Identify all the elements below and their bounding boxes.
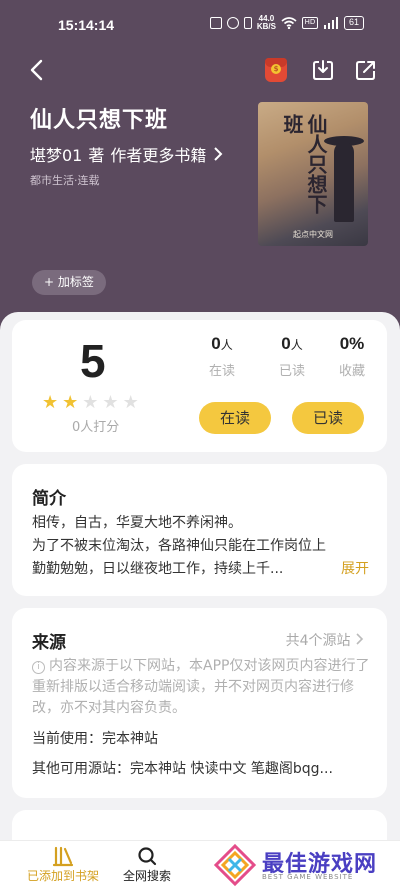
genre-label: 都市生活·连载: [30, 174, 100, 187]
cover-figure-shape: [334, 142, 354, 222]
network-speed: 44.0 KB/S: [256, 14, 276, 31]
status-time: 15:14:14: [58, 17, 115, 33]
vibrate-icon: [243, 17, 252, 29]
red-packet-button[interactable]: $: [260, 54, 292, 86]
star-icon: ★: [42, 392, 59, 413]
star-icon: ★: [102, 392, 119, 413]
info-icon: i: [32, 661, 45, 674]
star-icon: ★: [62, 392, 79, 413]
rating-score: 5: [80, 335, 106, 387]
back-arrow-icon: [30, 59, 43, 81]
mark-read-button[interactable]: 已读: [292, 402, 364, 434]
add-tag-button[interactable]: + 加标签: [32, 270, 106, 295]
stat-reading: 0人 在读: [208, 334, 235, 379]
cover-title: 仙人只想下班: [280, 114, 328, 214]
current-source[interactable]: 当前使用：完本神站: [32, 728, 158, 748]
hd-icon: HD: [301, 17, 318, 29]
author-name[interactable]: 堪梦01: [30, 142, 82, 166]
added-to-shelf-button[interactable]: 已添加到书架: [22, 845, 104, 884]
expand-button[interactable]: 展开: [341, 558, 369, 578]
book-title: 仙人只想下班: [30, 108, 169, 133]
chevron-right-icon: [214, 147, 223, 161]
red-packet-icon: $: [265, 58, 287, 82]
source-count-link[interactable]: 共4个源站: [286, 630, 365, 650]
download-icon: [313, 60, 333, 80]
signal-icon: [323, 17, 338, 29]
intro-title: 简介: [32, 489, 66, 509]
source-note: i 内容来源于以下网站，本APP仅对该网页内容进行了重新排版以适合移动端阅读，并不…: [32, 658, 370, 716]
status-bar: 15:14:14 44.0 KB/S HD 61: [0, 0, 400, 40]
intro-text: 相传，自古，华夏大地不养闲神。 为了不被末位淘汰，各路神仙只能在工作岗位上 勤勤…: [32, 515, 326, 577]
author-role: 著: [88, 146, 105, 165]
share-button[interactable]: [350, 54, 382, 86]
cover-brand: 起点中文网: [293, 230, 333, 239]
wifi-icon: [281, 17, 297, 29]
mark-reading-button[interactable]: 在读: [199, 402, 271, 434]
source-card: 来源 共4个源站 i 内容来源于以下网站，本APP仅对该网页内容进行了重新排版以适…: [12, 608, 387, 798]
watermark: 最佳游戏网 BEST GAME WEBSITE: [210, 840, 400, 889]
author-more-link[interactable]: 作者更多书籍: [110, 142, 206, 166]
other-sources[interactable]: 其他可用源站：完本神站 快读中文 笔趣阁bqg...: [32, 758, 333, 778]
back-button[interactable]: [24, 56, 52, 84]
author-row[interactable]: 堪梦01 著 作者更多书籍: [30, 142, 224, 166]
rating-count: 0人打分: [72, 420, 120, 435]
share-icon: [356, 61, 375, 80]
watermark-subtext: BEST GAME WEBSITE: [262, 873, 354, 881]
star-icon: ★: [122, 392, 139, 413]
search-icon: [138, 847, 157, 866]
search-all-button[interactable]: 全网搜索: [116, 845, 178, 884]
intro-card: 简介 相传，自古，华夏大地不养闲神。 为了不被末位淘汰，各路神仙只能在工作岗位上…: [12, 464, 387, 596]
watermark-logo-icon: [213, 843, 257, 887]
status-icons: 44.0 KB/S HD 61: [209, 14, 364, 31]
source-title: 来源: [32, 633, 66, 653]
stats-card: 5 ★ ★ ★ ★ ★ 0人打分 0人 在读 0人 已读 0% 收藏 在读 已读: [12, 320, 387, 452]
nfc-icon: [209, 17, 222, 29]
download-button[interactable]: [307, 54, 339, 86]
chevron-right-icon: [356, 633, 364, 645]
stat-collected: 0% 收藏: [338, 334, 365, 379]
next-card: [12, 810, 387, 840]
book-cover[interactable]: 仙人只想下班 起点中文网: [258, 102, 368, 246]
star-icon: ★: [82, 392, 99, 413]
top-bar: $: [0, 52, 400, 88]
stat-read: 0人 已读: [278, 334, 305, 379]
rating-stars: ★ ★ ★ ★ ★: [42, 392, 139, 413]
bookshelf-icon: [52, 846, 74, 867]
alarm-icon: [226, 17, 239, 29]
battery-icon: 61: [343, 16, 364, 30]
